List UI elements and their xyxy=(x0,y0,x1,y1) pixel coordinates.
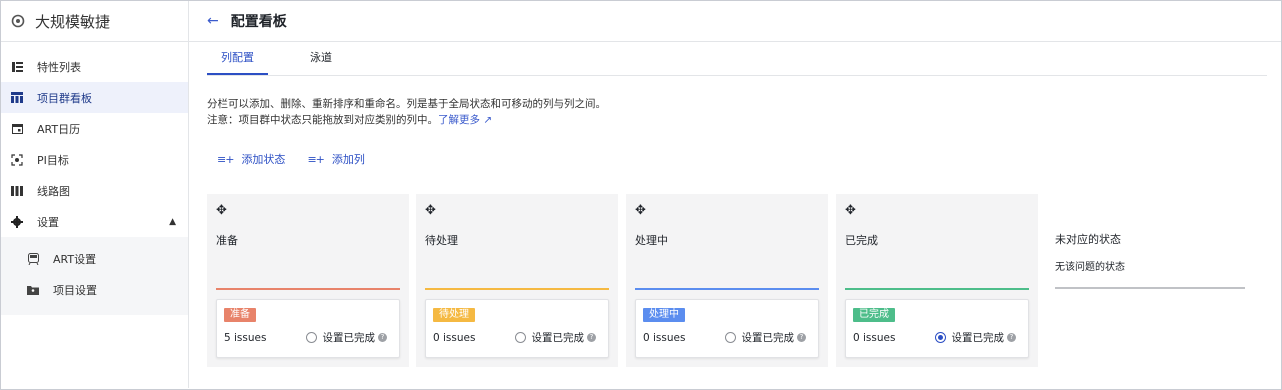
issue-count: 0 issues xyxy=(853,332,896,344)
add-column-button[interactable]: ≡+ 添加列 xyxy=(307,151,364,167)
column-title: 已完成 xyxy=(845,234,878,247)
issue-count: 0 issues xyxy=(643,332,686,344)
description: 分栏可以添加、删除、重新排序和重命名。列是基于全局状态和可移动的列与列之间。注意… xyxy=(207,96,607,128)
set-done-option[interactable]: 设置已完成 ? xyxy=(724,330,806,345)
brand: 大规模敏捷 xyxy=(1,1,188,42)
status-badge: 处理中 xyxy=(643,308,685,322)
train-icon xyxy=(26,252,40,266)
sidebar-item-program-board[interactable]: 项目群看板 xyxy=(1,82,188,113)
roadmap-icon xyxy=(10,184,24,198)
page-title: 配置看板 xyxy=(230,14,287,30)
drag-handle-icon[interactable]: ✥ xyxy=(635,203,646,218)
sidebar-item-settings[interactable]: 设置 ▲ xyxy=(1,206,188,237)
tab-swimlanes[interactable]: 泳道 xyxy=(296,43,346,75)
issue-count: 0 issues xyxy=(433,332,476,344)
set-done-option[interactable]: 设置已完成 ? xyxy=(305,330,387,345)
add-column-label: 添加列 xyxy=(331,153,365,166)
add-list-icon: ≡+ xyxy=(307,152,324,166)
column-color-bar xyxy=(845,288,1029,290)
description-text: 分栏可以添加、删除、重新排序和重命名。列是基于全局状态和可移动的列与列之间。注意… xyxy=(207,98,606,126)
folder-icon xyxy=(26,283,40,297)
unmapped-text: 无该问题的状态 xyxy=(1055,262,1125,273)
sidebar-item-art-settings[interactable]: ART设置 xyxy=(1,243,188,274)
add-status-label: 添加状态 xyxy=(241,153,286,166)
tab-bar: 列配置 泳道 xyxy=(207,43,1267,76)
sidebar-item-label: ART日历 xyxy=(37,122,81,136)
drag-handle-icon[interactable]: ✥ xyxy=(425,203,436,218)
board-column[interactable]: ✥ 准备 准备 5 issues 设置已完成 ? xyxy=(207,194,409,367)
status-badge: 待处理 xyxy=(433,308,475,322)
column-title: 准备 xyxy=(216,234,238,247)
settings-submenu: ART设置 项目设置 xyxy=(1,237,188,315)
logo-icon xyxy=(11,14,25,28)
calendar-icon xyxy=(10,122,24,136)
board-column[interactable]: ✥ 已完成 已完成 0 issues 设置已完成 ? xyxy=(836,194,1038,367)
status-badge: 准备 xyxy=(224,308,256,322)
column-title: 处理中 xyxy=(635,234,668,247)
gear-icon xyxy=(10,215,24,229)
done-label: 设置已完成 xyxy=(951,332,1005,344)
tab-column-config[interactable]: 列配置 xyxy=(207,43,268,75)
status-card[interactable]: 处理中 0 issues 设置已完成 ? xyxy=(635,299,819,358)
status-card[interactable]: 待处理 0 issues 设置已完成 ? xyxy=(425,299,609,358)
drag-handle-icon[interactable]: ✥ xyxy=(845,203,856,218)
help-icon[interactable]: ? xyxy=(587,333,596,342)
sidebar-item-roadmap[interactable]: 线路图 xyxy=(1,175,188,206)
issue-count: 5 issues xyxy=(224,332,267,344)
status-card[interactable]: 已完成 0 issues 设置已完成 ? xyxy=(845,299,1029,358)
unmapped-statuses: 未对应的状态 无该问题的状态 xyxy=(1055,231,1245,289)
chevron-up-icon[interactable]: ▲ xyxy=(169,217,176,227)
done-radio[interactable] xyxy=(934,332,946,343)
board-column[interactable]: ✥ 待处理 待处理 0 issues 设置已完成 ? xyxy=(416,194,618,367)
sidebar-item-label: ART设置 xyxy=(53,252,97,266)
sidebar-item-pi-objectives[interactable]: PI目标 xyxy=(1,144,188,175)
brand-title: 大规模敏捷 xyxy=(35,12,111,31)
board-icon xyxy=(10,91,24,105)
learn-more-link[interactable]: 了解更多 ↗ xyxy=(438,114,492,126)
sidebar-item-label: 项目设置 xyxy=(53,283,97,297)
column-color-bar xyxy=(635,288,819,290)
help-icon[interactable]: ? xyxy=(378,333,387,342)
sidebar-item-art-calendar[interactable]: ART日历 xyxy=(1,113,188,144)
learn-more-label: 了解更多 xyxy=(438,114,480,126)
board-column[interactable]: ✥ 处理中 处理中 0 issues 设置已完成 ? xyxy=(626,194,828,367)
done-radio[interactable] xyxy=(724,332,736,343)
done-radio[interactable] xyxy=(514,332,526,343)
done-label: 设置已完成 xyxy=(741,332,795,344)
sidebar-item-label: 特性列表 xyxy=(37,60,81,74)
sidebar-item-project-settings[interactable]: 项目设置 xyxy=(1,274,188,305)
sidebar-item-label: 项目群看板 xyxy=(37,91,92,105)
done-label: 设置已完成 xyxy=(322,332,376,344)
add-list-icon: ≡+ xyxy=(217,152,234,166)
status-badge: 已完成 xyxy=(853,308,895,322)
column-color-bar xyxy=(216,288,400,290)
sidebar: 大规模敏捷 特性列表 项目群看板 ART日历 PI目标 线路图 设置 ▲ ART… xyxy=(1,1,189,388)
back-arrow-icon[interactable]: ← xyxy=(207,13,219,29)
target-icon xyxy=(10,153,24,167)
column-title: 待处理 xyxy=(425,234,458,247)
set-done-option[interactable]: 设置已完成 ? xyxy=(514,330,596,345)
unmapped-divider xyxy=(1055,287,1245,289)
sidebar-item-feature-list[interactable]: 特性列表 xyxy=(1,51,188,82)
unmapped-title: 未对应的状态 xyxy=(1055,233,1121,246)
help-icon[interactable]: ? xyxy=(1007,333,1016,342)
header: ← 配置看板 xyxy=(189,1,1281,42)
add-status-button[interactable]: ≡+ 添加状态 xyxy=(217,151,285,167)
set-done-option[interactable]: 设置已完成 ? xyxy=(934,330,1016,345)
main-content: ← 配置看板 列配置 泳道 分栏可以添加、删除、重新排序和重命名。列是基于全局状… xyxy=(189,1,1281,389)
list-icon xyxy=(10,60,24,74)
sidebar-item-label: PI目标 xyxy=(37,153,69,167)
column-color-bar xyxy=(425,288,609,290)
done-label: 设置已完成 xyxy=(531,332,585,344)
sidebar-item-label: 设置 xyxy=(37,215,59,229)
drag-handle-icon[interactable]: ✥ xyxy=(216,203,227,218)
status-card[interactable]: 准备 5 issues 设置已完成 ? xyxy=(216,299,400,358)
actions: ≡+ 添加状态 ≡+ 添加列 xyxy=(217,151,365,167)
help-icon[interactable]: ? xyxy=(797,333,806,342)
external-link-icon: ↗ xyxy=(480,114,493,126)
done-radio[interactable] xyxy=(305,332,317,343)
sidebar-item-label: 线路图 xyxy=(37,184,70,198)
